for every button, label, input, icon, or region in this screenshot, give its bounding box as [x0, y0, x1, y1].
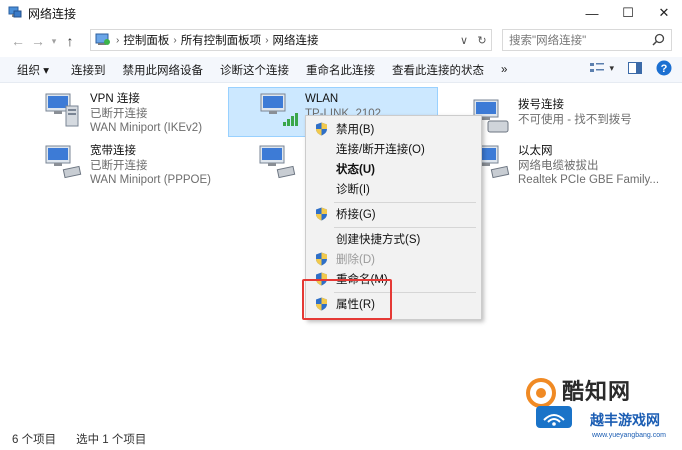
connection-name: 拨号连接	[518, 99, 564, 111]
network-connections-app-icon	[8, 6, 22, 20]
address-bar[interactable]: › 控制面板 › 所有控制面板项 › 网络连接 ∨ ↻	[90, 29, 492, 51]
diagnose-connection-button[interactable]: 诊断这个连接	[220, 62, 289, 78]
menu-item-label: 状态(U)	[336, 164, 375, 176]
address-dropdown-icon[interactable]: ∨	[455, 34, 473, 47]
wlan-connection-icon	[257, 88, 305, 132]
watermark: 酷知网 越丰游戏网	[522, 372, 682, 428]
item-count: 6 个项目	[12, 434, 57, 446]
breadcrumb-all-items[interactable]: 所有控制面板项	[181, 32, 262, 48]
connection-name: 以太网	[518, 145, 553, 157]
connection-item-vpn[interactable]: VPN 连接 已断开连接 WAN Miniport (IKEv2)	[42, 88, 202, 134]
help-icon[interactable]: ?	[656, 60, 672, 76]
connection-name: WLAN	[305, 93, 339, 105]
network-adapter-icon	[256, 140, 304, 184]
properties-highlight-box	[302, 279, 392, 320]
close-button[interactable]: ✕	[646, 0, 682, 26]
recent-chevron-icon[interactable]: ▾	[48, 36, 60, 47]
search-input[interactable]: 搜索"网络连接"	[502, 29, 672, 51]
command-bar: 组织 ▾ 连接到 禁用此网络设备 诊断这个连接 重命名此连接 查看此连接的状态 …	[0, 57, 682, 83]
breadcrumb-network-connections[interactable]: 网络连接	[273, 32, 319, 48]
breadcrumb-separator-icon[interactable]: ›	[116, 35, 119, 46]
svg-text:?: ?	[661, 63, 668, 75]
menu-item-delete[interactable]: 删除(D)	[306, 249, 481, 269]
connection-status: 已断开连接	[90, 159, 148, 172]
preview-pane-icon[interactable]	[628, 62, 642, 74]
up-arrow-icon[interactable]: ↑	[60, 33, 80, 49]
connection-item-broadband[interactable]: 宽带连接 已断开连接 WAN Miniport (PPPOE)	[42, 140, 211, 186]
view-options-chevron-icon[interactable]: ▾	[609, 63, 614, 74]
menu-item-label: 桥接(G)	[336, 209, 376, 221]
menu-item-status[interactable]: 状态(U)	[306, 159, 481, 179]
broadband-connection-icon	[42, 140, 90, 184]
breadcrumb-control-panel[interactable]: 控制面板	[123, 32, 169, 48]
menu-item-label: 创建快捷方式(S)	[336, 234, 421, 246]
refresh-icon[interactable]: ↻	[473, 34, 491, 47]
window-title: 网络连接	[28, 6, 77, 21]
menu-item-label: 连接/断开连接(O)	[336, 144, 425, 156]
disable-device-button[interactable]: 禁用此网络设备	[122, 62, 203, 78]
watermark-site-name: 越丰游戏网	[590, 412, 660, 428]
address-row: ← → ▾ ↑ › 控制面板 › 所有控制面板项 › 网络连接 ∨ ↻ 搜索"网…	[0, 27, 682, 55]
breadcrumb-separator-icon[interactable]: ›	[265, 35, 268, 46]
menu-item-connect-disconnect[interactable]: 连接/断开连接(O)	[306, 139, 481, 159]
watermark-brand: 酷知网	[562, 379, 632, 404]
breadcrumb-separator-icon[interactable]: ›	[173, 35, 176, 46]
connection-item-dialup[interactable]: 拨号连接 不可使用 - 找不到拨号	[470, 94, 632, 140]
menu-item-label: 诊断(I)	[336, 184, 370, 196]
selected-count: 选中 1 个项目	[76, 434, 147, 446]
uac-shield-icon	[315, 252, 328, 269]
view-status-button[interactable]: 查看此连接的状态	[392, 62, 484, 78]
maximize-button[interactable]: ☐	[610, 0, 646, 26]
menu-item-label: 删除(D)	[336, 254, 375, 266]
change-view-icon[interactable]	[589, 61, 605, 75]
connection-item-ethernet[interactable]: 以太网 网络电缆被拔出 Realtek PCIe GBE Family...	[470, 140, 659, 186]
connection-device: WAN Miniport (IKEv2)	[90, 122, 203, 134]
status-bar: 6 个项目 选中 1 个项目	[0, 428, 682, 450]
menu-divider	[334, 227, 476, 228]
search-placeholder: 搜索"网络连接"	[509, 35, 587, 47]
connect-to-button[interactable]: 连接到	[71, 62, 106, 78]
more-commands-button[interactable]: »	[501, 64, 507, 76]
connection-status: 不可使用 - 找不到拨号	[518, 113, 632, 126]
title-bar: 网络连接 — ☐ ✕	[0, 0, 682, 26]
control-panel-icon	[95, 33, 111, 47]
connection-status: 已断开连接	[90, 107, 148, 120]
forward-arrow-icon[interactable]: →	[28, 33, 48, 49]
menu-item-label: 禁用(B)	[336, 124, 375, 136]
connection-device: Realtek PCIe GBE Family...	[518, 174, 660, 186]
menu-item-disable[interactable]: 禁用(B)	[306, 119, 481, 139]
menu-item-bridge[interactable]: 桥接(G)	[306, 204, 481, 224]
menu-item-create-shortcut[interactable]: 创建快捷方式(S)	[306, 229, 481, 249]
connection-device: WAN Miniport (PPPOE)	[90, 174, 211, 186]
uac-shield-icon	[315, 122, 328, 139]
menu-divider	[334, 202, 476, 203]
menu-item-diagnose[interactable]: 诊断(I)	[306, 179, 481, 199]
back-arrow-icon[interactable]: ←	[8, 33, 28, 49]
organize-menu[interactable]: 组织 ▾	[17, 62, 49, 78]
minimize-button[interactable]: —	[574, 0, 610, 26]
search-icon[interactable]	[652, 33, 665, 49]
connection-item-hidden[interactable]	[256, 140, 304, 186]
connection-name: 宽带连接	[90, 145, 136, 157]
rename-connection-button[interactable]: 重命名此连接	[306, 62, 375, 78]
connection-status: 网络电缆被拔出	[518, 159, 599, 172]
uac-shield-icon	[315, 207, 328, 224]
vpn-connection-icon	[42, 88, 90, 132]
connection-name: VPN 连接	[90, 93, 140, 105]
